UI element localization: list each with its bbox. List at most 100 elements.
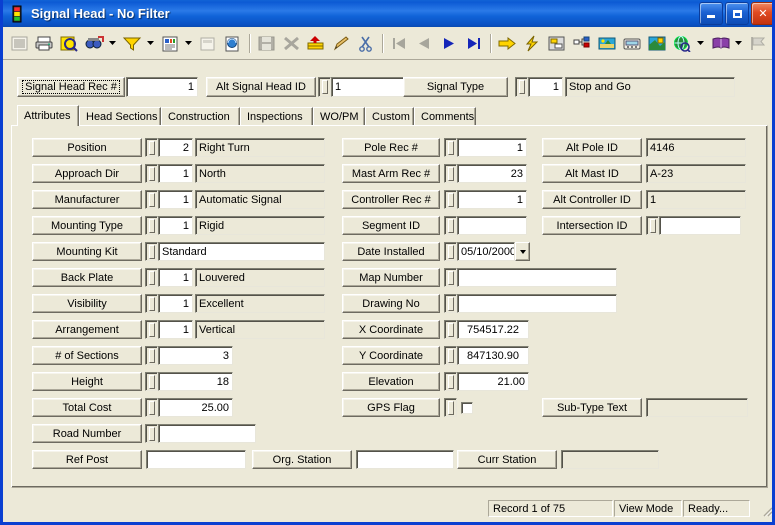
tab-inspections[interactable]: Inspections	[240, 107, 313, 126]
y-coordinate-spinner[interactable]	[444, 346, 457, 365]
x-coordinate-button[interactable]: X Coordinate	[342, 320, 440, 339]
print-icon[interactable]	[32, 32, 56, 55]
image-icon[interactable]	[595, 32, 619, 55]
road-number-button[interactable]: Road Number	[32, 424, 142, 443]
map-number-value[interactable]	[457, 268, 617, 287]
delete-icon[interactable]	[279, 32, 303, 55]
elevation-button[interactable]: Elevation	[342, 372, 440, 391]
close-button[interactable]: ✕	[751, 2, 772, 25]
tab-comments[interactable]: Comments	[414, 107, 476, 126]
find-icon[interactable]	[82, 32, 106, 55]
report-icon[interactable]	[158, 32, 182, 55]
tree-icon[interactable]	[570, 32, 594, 55]
back-plate-button[interactable]: Back Plate	[32, 268, 142, 287]
minimize-button[interactable]	[699, 2, 723, 25]
resize-grip[interactable]	[761, 504, 774, 517]
height-spinner[interactable]	[145, 372, 158, 391]
drawing-no-value[interactable]	[457, 294, 617, 313]
number-of-sections-value[interactable]: 3	[158, 346, 233, 365]
position-spinner[interactable]	[145, 138, 158, 157]
org-station-button[interactable]: Org. Station	[252, 450, 352, 469]
report-dropdown-arrow-icon[interactable]	[183, 32, 195, 55]
mast-arm-rec-value[interactable]: 23	[457, 164, 527, 183]
pole-rec-value[interactable]: 1	[457, 138, 527, 157]
lightning-icon[interactable]	[520, 32, 544, 55]
total-cost-button[interactable]: Total Cost	[32, 398, 142, 417]
back-plate-spinner[interactable]	[145, 268, 158, 287]
help-dropdown-arrow-icon[interactable]	[733, 32, 745, 55]
number-of-sections-button[interactable]: # of Sections	[32, 346, 142, 365]
number-of-sections-spinner[interactable]	[145, 346, 158, 365]
find-dropdown-arrow-icon[interactable]	[107, 32, 119, 55]
mast-arm-rec-spinner[interactable]	[444, 164, 457, 183]
alt-controller-id-button[interactable]: Alt Controller ID	[542, 190, 642, 209]
signal-type-spinner[interactable]	[515, 77, 528, 97]
alt-signal-head-id-spinner[interactable]	[318, 77, 331, 97]
flag-icon[interactable]	[746, 32, 770, 55]
height-button[interactable]: Height	[32, 372, 142, 391]
first-record-icon[interactable]	[387, 32, 411, 55]
controller-rec-value[interactable]: 1	[457, 190, 527, 209]
print-preview-icon[interactable]	[57, 32, 81, 55]
mounting-kit-button[interactable]: Mounting Kit	[32, 242, 142, 261]
mounting-kit-spinner[interactable]	[145, 242, 158, 261]
alt-mast-id-button[interactable]: Alt Mast ID	[542, 164, 642, 183]
phone-icon[interactable]	[620, 32, 644, 55]
mounting-type-spinner[interactable]	[145, 216, 158, 235]
total-cost-spinner[interactable]	[145, 398, 158, 417]
tab-custom[interactable]: Custom	[365, 107, 414, 126]
signal-type-code[interactable]: 1	[528, 77, 563, 97]
arrangement-code[interactable]: 1	[158, 320, 193, 339]
controller-rec-button[interactable]: Controller Rec #	[342, 190, 440, 209]
visibility-code[interactable]: 1	[158, 294, 193, 313]
mounting-type-button[interactable]: Mounting Type	[32, 216, 142, 235]
approach-dir-spinner[interactable]	[145, 164, 158, 183]
tab-head-sections[interactable]: Head Sections	[79, 107, 161, 126]
height-value[interactable]: 18	[158, 372, 233, 391]
ref-post-button[interactable]: Ref Post	[32, 450, 142, 469]
date-installed-button[interactable]: Date Installed	[342, 242, 440, 261]
elevation-value[interactable]: 21.00	[457, 372, 529, 391]
manufacturer-button[interactable]: Manufacturer	[32, 190, 142, 209]
pole-rec-spinner[interactable]	[444, 138, 457, 157]
ref-post-value[interactable]	[146, 450, 246, 469]
layout-icon[interactable]	[545, 32, 569, 55]
tab-attributes[interactable]: Attributes	[17, 105, 79, 126]
goto-icon[interactable]	[495, 32, 519, 55]
x-coordinate-value[interactable]: 754517.22	[457, 320, 529, 339]
signal-head-rec-button[interactable]: Signal Head Rec #	[17, 77, 125, 97]
controller-rec-spinner[interactable]	[444, 190, 457, 209]
globe-icon[interactable]	[670, 32, 694, 55]
curr-station-button[interactable]: Curr Station	[457, 450, 557, 469]
segment-id-value[interactable]	[457, 216, 527, 235]
mounting-kit-value[interactable]: Standard	[158, 242, 325, 261]
drawing-no-spinner[interactable]	[444, 294, 457, 313]
gps-flag-button[interactable]: GPS Flag	[342, 398, 440, 417]
maximize-button[interactable]	[725, 2, 749, 25]
date-installed-spinner[interactable]	[444, 242, 457, 261]
sub-type-text-button[interactable]: Sub-Type Text	[542, 398, 642, 417]
road-number-value[interactable]	[158, 424, 256, 443]
alt-signal-head-id-button[interactable]: Alt Signal Head ID	[206, 77, 316, 97]
filter-icon[interactable]	[120, 32, 144, 55]
previous-record-icon[interactable]	[412, 32, 436, 55]
next-record-icon[interactable]	[437, 32, 461, 55]
date-installed-value[interactable]: 05/10/2000	[457, 242, 515, 261]
map-icon[interactable]	[645, 32, 669, 55]
back-plate-code[interactable]: 1	[158, 268, 193, 287]
map-number-spinner[interactable]	[444, 268, 457, 287]
intersection-id-button[interactable]: Intersection ID	[542, 216, 642, 235]
visibility-spinner[interactable]	[145, 294, 158, 313]
x-coordinate-spinner[interactable]	[444, 320, 457, 339]
mounting-type-code[interactable]: 1	[158, 216, 193, 235]
pole-rec-button[interactable]: Pole Rec #	[342, 138, 440, 157]
save-icon[interactable]	[254, 32, 278, 55]
gps-flag-checkbox[interactable]	[461, 401, 473, 414]
arrangement-spinner[interactable]	[145, 320, 158, 339]
intersection-id-spinner[interactable]	[646, 216, 659, 235]
paste-icon[interactable]	[304, 32, 328, 55]
map-number-button[interactable]: Map Number	[342, 268, 440, 287]
signal-head-rec-value[interactable]: 1	[126, 77, 198, 97]
manufacturer-spinner[interactable]	[145, 190, 158, 209]
y-coordinate-value[interactable]: 847130.90	[457, 346, 529, 365]
